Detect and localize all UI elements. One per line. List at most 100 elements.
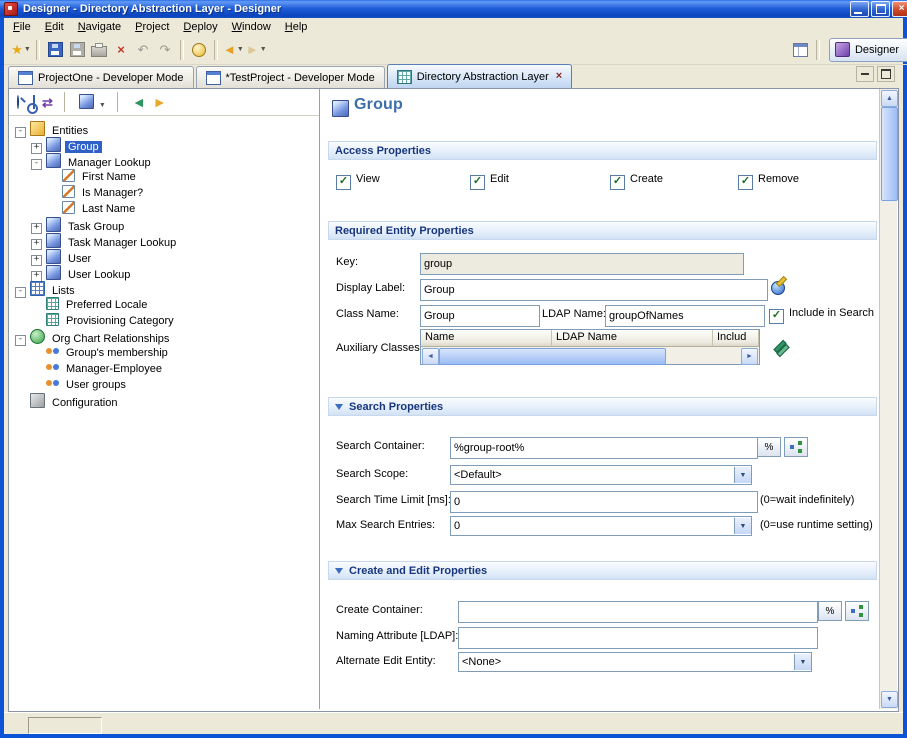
delete-button[interactable]: ×: [111, 39, 131, 61]
scroll-up-button[interactable]: ▲: [881, 90, 898, 107]
chevron-down-icon[interactable]: ▼: [24, 46, 31, 53]
tree-item-first-name[interactable]: First Name: [9, 169, 319, 185]
search-container-variable-button[interactable]: %: [757, 437, 781, 457]
aux-col-include[interactable]: Includ: [713, 330, 759, 347]
tree-item-manager-lookup[interactable]: -Manager Lookup: [9, 153, 319, 169]
menu-window[interactable]: Window: [225, 19, 278, 35]
expander-icon[interactable]: -: [15, 335, 26, 346]
tree-item-task-group[interactable]: +Task Group: [9, 217, 319, 233]
chevron-down-icon[interactable]: ▼: [734, 518, 751, 534]
scrollbar-thumb[interactable]: [439, 348, 666, 365]
section-create-edit-properties[interactable]: Create and Edit Properties: [328, 561, 877, 580]
chevron-down-icon[interactable]: ▼: [794, 654, 811, 670]
save-all-button[interactable]: [67, 39, 87, 61]
menu-navigate[interactable]: Navigate: [71, 19, 128, 35]
new-artifact-button[interactable]: ★▼: [11, 39, 31, 61]
maximize-view-button[interactable]: [877, 66, 895, 82]
swap-view-button[interactable]: ⇄: [42, 96, 53, 109]
menu-file[interactable]: File: [6, 19, 38, 35]
redo-button[interactable]: ↷: [155, 39, 175, 61]
menu-help[interactable]: Help: [278, 19, 315, 35]
open-perspective-button[interactable]: [791, 39, 811, 61]
tab-directory-abstraction-layer[interactable]: Directory Abstraction Layer ×: [387, 64, 573, 88]
tree-item-lists[interactable]: -Lists: [9, 281, 319, 297]
class-name-input[interactable]: [420, 305, 540, 327]
last-edit-location-button[interactable]: [189, 39, 209, 61]
tree-item-is-manager[interactable]: Is Manager?: [9, 185, 319, 201]
create-container-input[interactable]: [458, 601, 818, 623]
menu-deploy[interactable]: Deploy: [176, 19, 224, 35]
tab-testproject[interactable]: *TestProject - Developer Mode: [196, 66, 385, 88]
include-in-search-checkbox[interactable]: ✓: [769, 309, 784, 324]
vertical-scrollbar[interactable]: ▲ ▼: [879, 89, 897, 709]
menu-edit[interactable]: Edit: [38, 19, 71, 35]
tree-item-group[interactable]: +Group: [9, 137, 319, 153]
collapse-icon[interactable]: [335, 404, 343, 410]
expander-icon[interactable]: -: [15, 287, 26, 298]
scroll-right-button[interactable]: ►: [741, 348, 758, 365]
create-container-variable-button[interactable]: %: [818, 601, 842, 621]
tree-item-groups-membership[interactable]: Group's membership: [9, 345, 319, 361]
view-checkbox[interactable]: ✓: [336, 175, 351, 190]
undo-button[interactable]: ↶: [133, 39, 153, 61]
scroll-left-button[interactable]: ◄: [422, 348, 439, 365]
aux-col-name[interactable]: Name: [421, 330, 552, 347]
create-checkbox[interactable]: ✓: [610, 175, 625, 190]
title-bar[interactable]: Designer - Directory Abstraction Layer -…: [0, 0, 907, 18]
tree-item-last-name[interactable]: Last Name: [9, 201, 319, 217]
aux-col-ldap-name[interactable]: LDAP Name: [552, 330, 713, 347]
create-container-browse-button[interactable]: [845, 601, 869, 621]
search-scope-combo[interactable]: <Default> ▼: [450, 465, 752, 485]
browse-entities-button[interactable]: [17, 96, 19, 108]
edit-auxiliary-classes-button[interactable]: [770, 338, 790, 356]
minimize-button[interactable]: [850, 1, 869, 17]
chevron-down-icon[interactable]: ▼: [237, 46, 244, 53]
scroll-down-button[interactable]: ▼: [881, 691, 898, 708]
perspective-designer-button[interactable]: Designer: [829, 38, 907, 62]
max-search-entries-combo[interactable]: 0 ▼: [450, 516, 752, 536]
tree-item-configuration[interactable]: Configuration: [9, 393, 319, 409]
remove-checkbox[interactable]: ✓: [738, 175, 753, 190]
back-button[interactable]: ◄▼: [223, 39, 244, 61]
horizontal-scrollbar[interactable]: ◄ ►: [421, 347, 759, 364]
key-input[interactable]: [420, 253, 744, 275]
tree-forward-button[interactable]: ►: [153, 95, 167, 109]
chevron-down-icon[interactable]: ▼: [734, 467, 751, 483]
tree-item-org-chart-relationships[interactable]: -Org Chart Relationships: [9, 329, 319, 345]
save-button[interactable]: [45, 39, 65, 61]
search-container-input[interactable]: [450, 437, 758, 459]
print-button[interactable]: [89, 39, 109, 61]
search-container-browse-button[interactable]: [784, 437, 808, 457]
naming-attribute-input[interactable]: [458, 627, 818, 649]
menu-project[interactable]: Project: [128, 19, 176, 35]
chevron-down-icon[interactable]: ▼: [260, 46, 267, 53]
close-button[interactable]: ×: [892, 1, 907, 17]
tab-close-icon[interactable]: ×: [556, 71, 562, 82]
tree-item-manager-employee[interactable]: Manager-Employee: [9, 361, 319, 377]
section-search-properties[interactable]: Search Properties: [328, 397, 877, 416]
new-entity-button[interactable]: ▼: [79, 94, 106, 110]
auxiliary-classes-table[interactable]: Name LDAP Name Includ ◄ ►: [420, 329, 760, 365]
expander-icon[interactable]: -: [15, 127, 26, 138]
tree-item-task-manager-lookup[interactable]: +Task Manager Lookup: [9, 233, 319, 249]
tree-item-user[interactable]: +User: [9, 249, 319, 265]
tree-item-user-groups[interactable]: User groups: [9, 377, 319, 393]
edit-checkbox[interactable]: ✓: [470, 175, 485, 190]
expander-icon[interactable]: -: [31, 159, 42, 170]
tree-item-user-lookup[interactable]: +User Lookup: [9, 265, 319, 281]
localize-display-label-button[interactable]: [768, 279, 788, 297]
scrollbar-thumb[interactable]: [881, 107, 898, 201]
chevron-down-icon[interactable]: ▼: [99, 102, 106, 109]
forward-button[interactable]: ►▼: [246, 39, 267, 61]
maximize-button[interactable]: [871, 1, 890, 17]
collapse-icon[interactable]: [335, 568, 343, 574]
tree-item-provisioning-category[interactable]: Provisioning Category: [9, 313, 319, 329]
search-time-limit-input[interactable]: [450, 491, 758, 513]
tab-projectone[interactable]: ProjectOne - Developer Mode: [8, 66, 194, 88]
alternate-edit-entity-combo[interactable]: <None> ▼: [458, 652, 812, 672]
display-label-input[interactable]: [420, 279, 768, 301]
tree-back-button[interactable]: ◄: [132, 95, 146, 109]
tree-item-entities[interactable]: -Entities: [9, 121, 319, 137]
minimize-view-button[interactable]: [856, 66, 874, 82]
tree-item-preferred-locale[interactable]: Preferred Locale: [9, 297, 319, 313]
